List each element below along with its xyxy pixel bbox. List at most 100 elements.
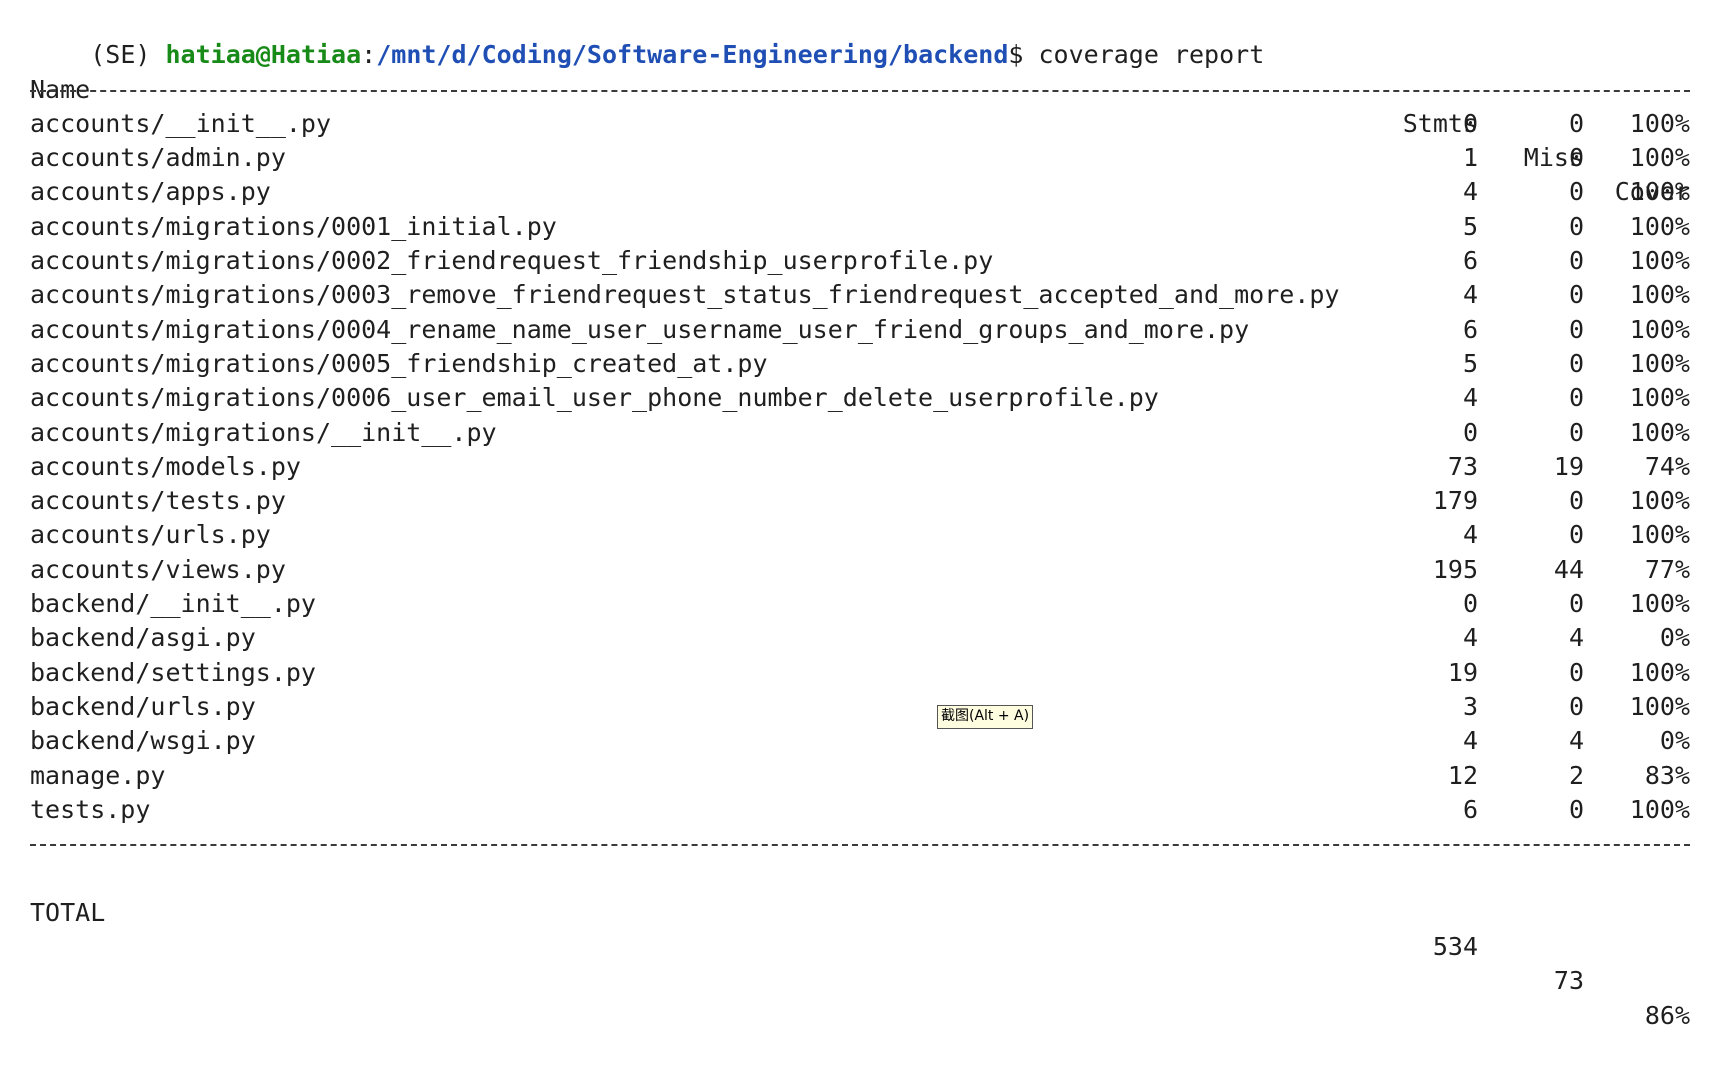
stmts-value: 1 — [1462, 143, 1478, 173]
report-row: backend/asgi.py 4 4 0% — [30, 621, 1690, 655]
miss-value: 0 — [1568, 794, 1584, 824]
report-row: accounts/migrations/0005_friendship_crea… — [30, 347, 1690, 381]
miss-value: 0 — [1568, 177, 1584, 207]
report-row: accounts/urls.py 4 0 100% — [30, 518, 1690, 552]
stmts-value: 0 — [1462, 417, 1478, 447]
file-name: accounts/urls.py — [30, 520, 271, 550]
miss-value: 0 — [1568, 280, 1584, 310]
stmts-value: 4 — [1462, 726, 1478, 756]
report-row: accounts/admin.py 1 0 100% — [30, 141, 1690, 175]
report-row: backend/settings.py 19 0 100% — [30, 656, 1690, 690]
file-name: backend/asgi.py — [30, 623, 256, 653]
cover-value: 0% — [1659, 726, 1690, 756]
cover-value: 100% — [1629, 314, 1690, 344]
cover-value: 100% — [1629, 108, 1690, 138]
stmts-value: 0 — [1462, 589, 1478, 619]
command-prompt-line: (SE) hatiaa@Hatiaa:/mnt/d/Coding/Softwar… — [30, 4, 1690, 69]
miss-value: 0 — [1568, 246, 1584, 276]
file-name: accounts/__init__.py — [30, 108, 332, 138]
report-row: accounts/migrations/0001_initial.py 5 0 100… — [30, 210, 1690, 244]
total-name: TOTAL — [30, 897, 106, 927]
miss-value: 4 — [1568, 623, 1584, 653]
stmts-value: 6 — [1462, 794, 1478, 824]
dashed-divider — [30, 89, 1690, 92]
screenshot-tooltip: 截图(Alt + A) — [937, 705, 1034, 729]
file-name: accounts/migrations/0001_initial.py — [30, 211, 557, 241]
file-name: accounts/views.py — [30, 554, 286, 584]
stmts-value: 6 — [1462, 314, 1478, 344]
report-row: accounts/models.py 73 19 74% — [30, 450, 1690, 484]
miss-value: 0 — [1568, 108, 1584, 138]
report-row: accounts/migrations/0003_remove_friendre… — [30, 278, 1690, 312]
cover-value: 100% — [1629, 486, 1690, 516]
cover-value: 100% — [1629, 348, 1690, 378]
miss-value: 0 — [1568, 348, 1584, 378]
cover-value: 100% — [1629, 520, 1690, 550]
miss-value: 0 — [1568, 417, 1584, 447]
file-name: accounts/migrations/0002_friendrequest_f… — [30, 246, 994, 276]
cover-value: 77% — [1644, 554, 1690, 584]
file-name: accounts/admin.py — [30, 143, 286, 173]
cover-value: 100% — [1629, 417, 1690, 447]
stmts-value: 19 — [1447, 657, 1478, 687]
report-row: tests.py 6 0 100% — [30, 793, 1690, 827]
stmts-value: 195 — [1432, 554, 1478, 584]
file-name: backend/settings.py — [30, 657, 316, 687]
total-miss: 73 — [1553, 966, 1584, 996]
report-row: backend/wsgi.py 4 4 0% — [30, 724, 1690, 758]
cover-value: 100% — [1629, 211, 1690, 241]
stmts-value: 6 — [1462, 246, 1478, 276]
file-name: accounts/migrations/0003_remove_friendre… — [30, 280, 1340, 310]
divider-line-top — [30, 73, 1690, 107]
stmts-value: 0 — [1462, 108, 1478, 138]
report-row: accounts/tests.py 179 0 100% — [30, 484, 1690, 518]
file-name: accounts/tests.py — [30, 486, 286, 516]
report-row: accounts/migrations/__init__.py 0 0 100% — [30, 416, 1690, 450]
report-row: accounts/views.py 195 44 77% — [30, 553, 1690, 587]
miss-value: 0 — [1568, 486, 1584, 516]
total-stmts: 534 — [1432, 932, 1478, 962]
report-row: accounts/__init__.py 0 0 100% — [30, 107, 1690, 141]
file-name: accounts/migrations/__init__.py — [30, 417, 497, 447]
cover-value: 100% — [1629, 657, 1690, 687]
stmts-value: 4 — [1462, 280, 1478, 310]
stmts-value: 4 — [1462, 177, 1478, 207]
miss-value: 0 — [1568, 691, 1584, 721]
cover-value: 100% — [1629, 143, 1690, 173]
cover-value: 83% — [1644, 760, 1690, 790]
file-name: tests.py — [30, 794, 151, 824]
report-row: accounts/apps.py 4 0 100% — [30, 175, 1690, 209]
terminal-output: (SE) hatiaa@Hatiaa:/mnt/d/Coding/Softwar… — [30, 4, 1690, 1030]
stmts-value: 4 — [1462, 520, 1478, 550]
report-row: accounts/migrations/0006_user_email_user… — [30, 381, 1690, 415]
miss-value: 19 — [1553, 451, 1584, 481]
cover-value: 100% — [1629, 246, 1690, 276]
miss-value: 0 — [1568, 143, 1584, 173]
cover-value: 100% — [1629, 177, 1690, 207]
cover-value: 100% — [1629, 794, 1690, 824]
cover-value: 100% — [1629, 280, 1690, 310]
stmts-value: 4 — [1462, 383, 1478, 413]
report-row: manage.py 12 2 83% — [30, 759, 1690, 793]
stmts-value: 4 — [1462, 623, 1478, 653]
miss-value: 4 — [1568, 726, 1584, 756]
file-name: accounts/migrations/0005_friendship_crea… — [30, 348, 768, 378]
cover-value: 100% — [1629, 691, 1690, 721]
file-name: backend/wsgi.py — [30, 726, 256, 756]
file-name: accounts/apps.py — [30, 177, 271, 207]
dashed-divider — [30, 844, 1690, 847]
report-row: accounts/migrations/0004_rename_name_use… — [30, 313, 1690, 347]
report-header-row: Name Stmts Miss Cover — [30, 38, 1690, 207]
file-name: manage.py — [30, 760, 166, 790]
stmts-value: 179 — [1432, 486, 1478, 516]
miss-value: 0 — [1568, 383, 1584, 413]
cover-value: 100% — [1629, 589, 1690, 619]
stmts-value: 73 — [1447, 451, 1478, 481]
cover-value: 0% — [1659, 623, 1690, 653]
cover-value: 74% — [1644, 451, 1690, 481]
file-name: accounts/migrations/0006_user_email_user… — [30, 383, 1159, 413]
next-prompt-line-partial: (SE) hatiaa@Hatiaa:/mnt/d/Coding/Softwar… — [30, 888, 1030, 897]
stmts-value: 5 — [1462, 211, 1478, 241]
file-name: backend/__init__.py — [30, 589, 316, 619]
miss-value: 0 — [1568, 211, 1584, 241]
